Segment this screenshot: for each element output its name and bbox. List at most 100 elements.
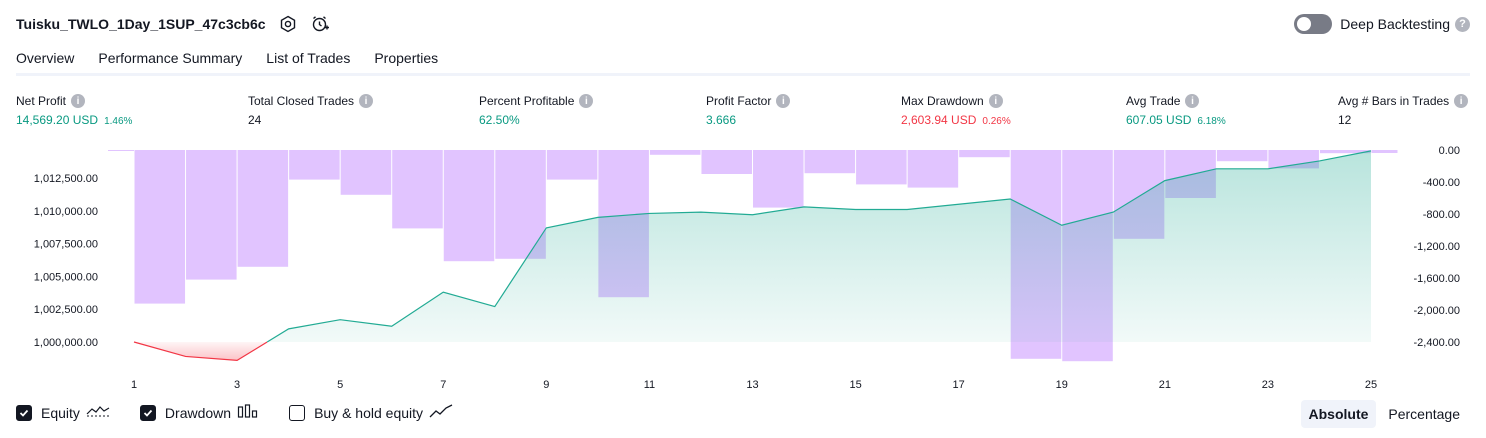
report-tabs: Overview Performance Summary List of Tra… bbox=[16, 46, 462, 76]
metric-label: Net Profit bbox=[16, 94, 67, 108]
metric-max-drawdown: Max Drawdown i 2,603.94 USD 0.26% bbox=[901, 92, 1011, 129]
drawdown-bar bbox=[701, 150, 752, 174]
drawdown-bar bbox=[392, 150, 443, 229]
drawdown-bar bbox=[237, 150, 289, 267]
metric-percent: 0.26% bbox=[982, 116, 1011, 127]
info-icon[interactable]: i bbox=[579, 94, 594, 108]
left-axis-tick: 1,005,000.00 bbox=[34, 271, 98, 283]
drawdown-checkbox[interactable] bbox=[139, 404, 156, 421]
x-axis-tick: 3 bbox=[234, 379, 240, 391]
drawdown-bar bbox=[907, 150, 959, 188]
drawdown-bar bbox=[340, 150, 392, 195]
percentage-button[interactable]: Percentage bbox=[1380, 400, 1468, 428]
metric-value: 24 bbox=[248, 113, 262, 127]
drawdown-bar bbox=[804, 150, 856, 174]
tab-properties[interactable]: Properties bbox=[374, 46, 438, 74]
info-icon[interactable]: i bbox=[776, 94, 791, 108]
buy-hold-label: Buy & hold equity bbox=[314, 404, 424, 421]
drawdown-bar bbox=[1216, 150, 1268, 162]
absolute-button[interactable]: Absolute bbox=[1300, 400, 1377, 428]
tab-divider bbox=[16, 73, 1470, 76]
x-axis-tick: 1 bbox=[131, 379, 137, 391]
drawdown-bar bbox=[443, 150, 495, 262]
info-icon[interactable]: i bbox=[359, 94, 374, 108]
metric-label: Avg # Bars in Trades bbox=[1338, 94, 1450, 108]
x-axis-tick: 11 bbox=[644, 379, 655, 391]
metric-value: 14,569.20 USD bbox=[16, 113, 99, 127]
tab-performance-summary[interactable]: Performance Summary bbox=[98, 46, 242, 74]
right-axis-tick: -1,200.00 bbox=[1414, 241, 1460, 253]
drawdown-label: Drawdown bbox=[164, 404, 232, 421]
x-axis-tick: 7 bbox=[440, 379, 446, 391]
x-axis-tick: 9 bbox=[543, 379, 549, 391]
metric-percent: 1.46% bbox=[104, 116, 133, 127]
metric-percent-profitable: Percent Profitable i 62.50% bbox=[479, 92, 594, 129]
metric-profit-factor: Profit Factor i 3.666 bbox=[706, 92, 791, 129]
tab-list-of-trades[interactable]: List of Trades bbox=[266, 46, 350, 74]
metric-label: Avg Trade bbox=[1126, 94, 1181, 108]
drawdown-bar bbox=[546, 150, 598, 180]
drawdown-toggle[interactable]: Drawdown bbox=[139, 403, 259, 422]
left-axis-tick: 1,000,000.00 bbox=[34, 337, 98, 349]
x-axis-tick: 13 bbox=[746, 379, 758, 391]
x-axis-tick: 19 bbox=[1056, 379, 1068, 391]
buy-hold-toggle[interactable]: Buy & hold equity bbox=[289, 403, 453, 422]
metric-percent: 6.18% bbox=[1197, 116, 1226, 127]
deep-backtesting-toggle[interactable] bbox=[1294, 14, 1333, 34]
chart-legend: Equity Drawdown Buy & hold equity bbox=[16, 403, 483, 422]
add-alert-icon[interactable] bbox=[310, 14, 330, 34]
info-icon[interactable]: i bbox=[1454, 94, 1469, 108]
right-axis-tick: -2,400.00 bbox=[1414, 337, 1460, 349]
deep-backtesting-label: Deep Backtesting bbox=[1340, 16, 1450, 32]
strategy-title: Tuisku_TWLO_1Day_1SUP_47c3cb6c bbox=[16, 16, 266, 32]
x-axis-tick: 15 bbox=[849, 379, 861, 391]
drawdown-bar bbox=[649, 150, 701, 155]
x-axis-tick: 25 bbox=[1365, 379, 1377, 391]
drawdown-bar bbox=[753, 150, 804, 208]
metric-label: Profit Factor bbox=[706, 94, 772, 108]
metric-value: 12 bbox=[1338, 113, 1352, 127]
x-axis-tick: 21 bbox=[1159, 379, 1171, 391]
left-axis-tick: 1,012,500.00 bbox=[34, 173, 98, 185]
equity-drawdown-chart[interactable]: 1,000,000.00 1,002,500.00 1,005,000.00 1,00… bbox=[0, 140, 1486, 395]
x-axis-tick: 5 bbox=[337, 379, 343, 391]
info-icon[interactable]: i bbox=[1185, 94, 1200, 108]
metric-value: 62.50% bbox=[479, 113, 520, 127]
equity-line-icon bbox=[86, 403, 110, 422]
drawdown-bar bbox=[134, 150, 186, 304]
left-axis-tick: 1,002,500.00 bbox=[34, 304, 98, 316]
metric-value: 3.666 bbox=[706, 113, 737, 127]
drawdown-bar bbox=[856, 150, 907, 185]
equity-label: Equity bbox=[41, 404, 80, 421]
metric-label: Percent Profitable bbox=[479, 94, 575, 108]
strategy-header: Tuisku_TWLO_1Day_1SUP_47c3cb6c bbox=[16, 12, 330, 36]
metric-total-closed-trades: Total Closed Trades i 24 bbox=[248, 92, 374, 129]
right-axis-tick: -1,600.00 bbox=[1414, 273, 1460, 285]
metric-net-profit: Net Profit i 14,569.20 USD 1.46% bbox=[16, 92, 132, 129]
tab-overview[interactable]: Overview bbox=[16, 46, 75, 76]
buy-hold-line-icon bbox=[429, 403, 453, 422]
equity-checkbox[interactable] bbox=[16, 404, 32, 421]
drawdown-bar bbox=[108, 150, 134, 151]
left-axis-tick: 1,010,000.00 bbox=[34, 206, 98, 218]
metric-avg-trade: Avg Trade i 607.05 USD 6.18% bbox=[1126, 92, 1226, 129]
drawdown-bar bbox=[959, 150, 1010, 158]
right-axis-tick: -400.00 bbox=[1423, 177, 1460, 189]
buy-hold-checkbox[interactable] bbox=[289, 404, 306, 421]
right-axis-tick: 0.00 bbox=[1439, 145, 1460, 157]
info-icon[interactable]: i bbox=[71, 94, 86, 108]
deep-backtesting: Deep Backtesting ? bbox=[1294, 12, 1470, 36]
drawdown-bar bbox=[1371, 150, 1398, 153]
equity-toggle[interactable]: Equity bbox=[16, 403, 110, 422]
settings-icon[interactable] bbox=[278, 14, 298, 34]
metric-label: Max Drawdown bbox=[901, 94, 984, 108]
metric-value: 2,603.94 USD bbox=[901, 113, 977, 127]
metric-label: Total Closed Trades bbox=[248, 94, 355, 108]
metric-avg-bars: Avg # Bars in Trades i 12 bbox=[1338, 92, 1469, 129]
left-axis-tick: 1,007,500.00 bbox=[34, 239, 98, 251]
metric-value: 607.05 USD bbox=[1126, 113, 1192, 127]
help-icon[interactable]: ? bbox=[1455, 16, 1470, 32]
drawdown-bar bbox=[289, 150, 340, 180]
right-axis-tick: -800.00 bbox=[1423, 209, 1460, 221]
info-icon[interactable]: i bbox=[988, 94, 1003, 108]
